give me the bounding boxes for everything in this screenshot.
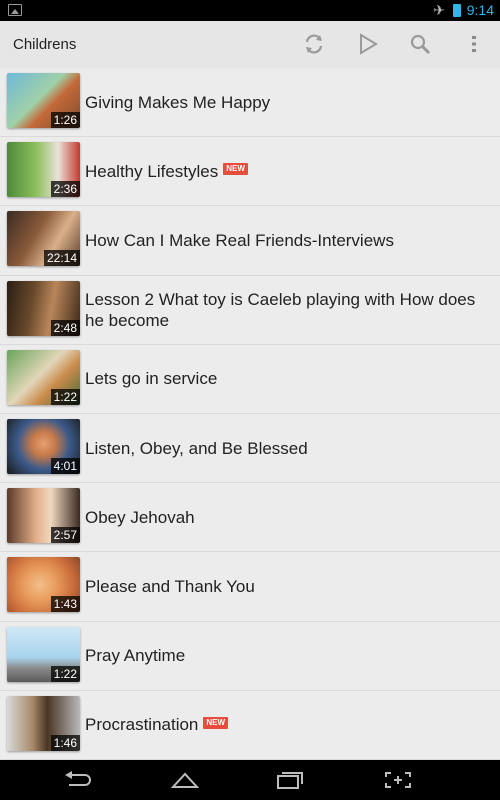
status-bar: ✈ 9:14 <box>0 0 500 21</box>
play-icon <box>360 33 378 55</box>
back-icon <box>65 771 91 786</box>
video-thumbnail: 1:46 <box>7 695 80 751</box>
video-duration: 4:01 <box>50 457 80 474</box>
screenshot-icon <box>385 772 411 788</box>
video-title: Obey Jehovah <box>85 507 195 527</box>
video-duration: 1:43 <box>50 596 80 613</box>
video-duration: 1:22 <box>50 388 80 405</box>
list-item[interactable]: 1:43 Please and Thank You <box>0 552 500 622</box>
list-item[interactable]: 1:22 Pray Anytime <box>0 621 500 691</box>
video-title: Lets go in service <box>85 369 218 389</box>
list-item[interactable]: 2:36 Healthy Lifestyles NEW <box>0 137 500 207</box>
video-title: Listen, Obey, and Be Blessed <box>85 438 308 458</box>
home-button[interactable] <box>155 766 215 794</box>
video-duration: 2:57 <box>50 527 80 544</box>
video-title: Healthy Lifestyles <box>85 161 219 181</box>
back-button[interactable] <box>48 766 108 794</box>
airplane-mode-icon: ✈ <box>433 2 445 18</box>
video-thumbnail: 2:36 <box>7 142 80 198</box>
new-badge: NEW <box>223 163 248 176</box>
list-item[interactable]: 1:22 Lets go in service <box>0 344 500 414</box>
search-icon <box>410 34 431 55</box>
video-title: How Can I Make Real Friends-Interviews <box>85 230 394 250</box>
list-item[interactable]: 2:57 Obey Jehovah <box>0 483 500 553</box>
battery-icon <box>453 4 461 17</box>
video-duration: 2:36 <box>50 181 80 198</box>
screenshot-button[interactable] <box>368 766 428 794</box>
recent-apps-icon <box>277 772 303 789</box>
play-button[interactable] <box>350 29 386 59</box>
video-title: Giving Makes Me Happy <box>85 92 271 112</box>
video-duration: 1:22 <box>50 665 80 682</box>
video-thumbnail: 4:01 <box>7 418 80 474</box>
video-thumbnail: 2:48 <box>7 280 80 336</box>
video-title: Please and Thank You <box>85 576 255 596</box>
recent-apps-button[interactable] <box>260 766 320 794</box>
video-thumbnail: 1:22 <box>7 349 80 405</box>
overflow-menu-icon <box>472 36 476 52</box>
page-title: Childrens <box>13 36 77 53</box>
list-item[interactable]: 4:01 Listen, Obey, and Be Blessed <box>0 413 500 484</box>
video-thumbnail: 1:22 <box>7 626 80 682</box>
video-title: Pray Anytime <box>85 646 186 666</box>
video-title: Lesson 2 What toy is Caeleb playing with… <box>85 289 476 330</box>
video-thumbnail: 2:57 <box>7 488 80 544</box>
refresh-icon <box>305 34 323 54</box>
action-bar: Childrens <box>0 21 500 69</box>
video-thumbnail: 1:43 <box>7 557 80 613</box>
video-title: Procrastination <box>85 715 199 735</box>
search-button[interactable] <box>402 29 438 59</box>
video-thumbnail: 1:26 <box>7 73 80 128</box>
refresh-button[interactable] <box>296 29 332 59</box>
list-item[interactable]: 1:26 Giving Makes Me Happy <box>0 68 500 138</box>
home-icon <box>170 772 200 788</box>
video-duration: 1:46 <box>50 734 80 751</box>
image-notification-icon <box>8 4 22 16</box>
video-thumbnail: 22:14 <box>7 211 80 267</box>
video-duration: 2:48 <box>50 319 80 336</box>
video-duration: 22:14 <box>43 250 80 267</box>
status-time: 9:14 <box>466 2 494 18</box>
list-item[interactable]: 22:14 How Can I Make Real Friends-Interv… <box>0 206 500 276</box>
new-badge: NEW <box>203 716 229 729</box>
overflow-menu-button[interactable] <box>456 29 492 59</box>
video-duration: 1:26 <box>50 112 80 128</box>
list-item[interactable]: 2:48 Lesson 2 What toy is Caeleb playing… <box>0 275 500 345</box>
video-list[interactable]: 1:26 Giving Makes Me Happy 2:36 Healthy … <box>0 68 500 760</box>
navigation-bar <box>0 760 500 800</box>
list-item[interactable]: 1:46 Procrastination NEW <box>0 690 500 760</box>
